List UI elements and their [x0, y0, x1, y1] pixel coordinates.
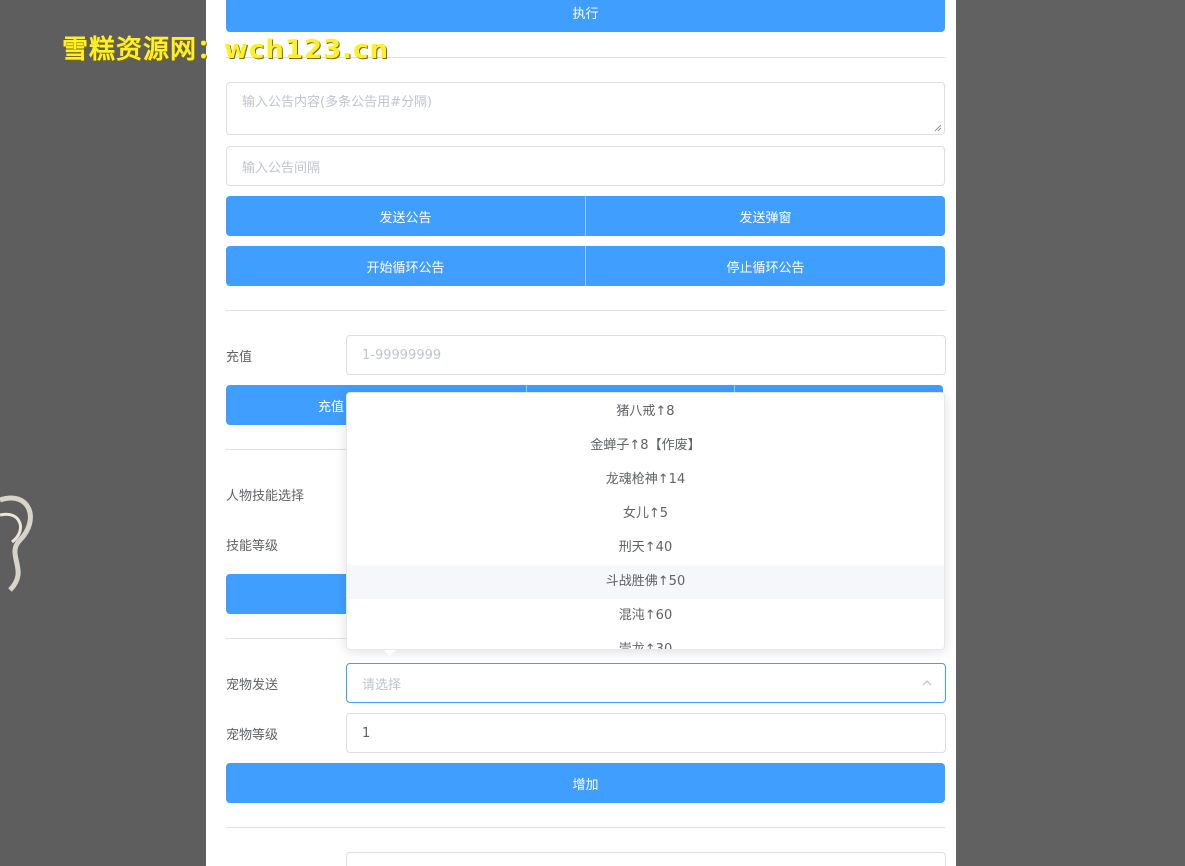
decorative-swirl-icon	[0, 495, 33, 592]
add-pet-button[interactable]: 增加	[226, 763, 945, 803]
execute-button[interactable]: 执行	[226, 0, 945, 32]
skill-level-label: 技能等级	[226, 538, 279, 554]
dropdown-option[interactable]: 崇龙↑30	[347, 633, 944, 649]
watermark-text: 雪糕资源网：wch123.cn	[62, 35, 390, 65]
announcement-content-textarea[interactable]: 输入公告内容(多条公告用#分隔)	[226, 82, 945, 135]
send-announcement-button[interactable]: 发送公告	[226, 196, 585, 236]
dropdown-option-list: 猪八戒↑8 金蝉子↑8【作废】 龙魂枪神↑14 女儿↑5 刑天↑40 斗战胜佛↑…	[347, 393, 944, 649]
dropdown-option[interactable]: 龙魂枪神↑14	[347, 463, 944, 497]
divider	[226, 310, 945, 311]
loop-button-group: 开始循环公告 停止循环公告	[226, 246, 945, 286]
announcement-interval-placeholder: 输入公告间隔	[242, 160, 321, 176]
announcement-interval-input[interactable]: 输入公告间隔	[226, 146, 945, 186]
divider	[226, 827, 945, 828]
pet-level-value: 1	[362, 725, 371, 741]
stop-loop-announcement-button[interactable]: 停止循环公告	[585, 246, 945, 286]
page-backdrop-left	[0, 0, 206, 866]
resize-grip-icon[interactable]	[934, 124, 942, 132]
pet-level-input[interactable]: 1	[346, 713, 946, 753]
recharge-label: 充值	[226, 349, 253, 365]
pet-send-label: 宠物发送	[226, 677, 279, 693]
recharge-amount-input[interactable]: 1-99999999	[346, 335, 946, 375]
announcement-content-placeholder: 输入公告内容(多条公告用#分隔)	[242, 95, 433, 110]
pet-level-label: 宠物等级	[226, 727, 279, 743]
dropdown-option-hovered[interactable]: 斗战胜佛↑50	[347, 565, 944, 599]
dropdown-option[interactable]: 混沌↑60	[347, 599, 944, 633]
dropdown-option[interactable]: 猪八戒↑8	[347, 395, 944, 429]
start-loop-announcement-button[interactable]: 开始循环公告	[226, 246, 585, 286]
dropdown-option[interactable]: 金蝉子↑8【作废】	[347, 429, 944, 463]
pet-select[interactable]: 请选择	[346, 663, 946, 703]
pet-select-placeholder: 请选择	[362, 677, 402, 693]
dropdown-option[interactable]: 刑天↑40	[347, 531, 944, 565]
send-popup-button[interactable]: 发送弹窗	[585, 196, 945, 236]
next-section-input[interactable]	[346, 852, 946, 866]
announcement-button-group: 发送公告 发送弹窗	[226, 196, 945, 236]
dropdown-caret	[384, 650, 396, 656]
dropdown-option[interactable]: 女儿↑5	[347, 497, 944, 531]
skill-select-label: 人物技能选择	[226, 488, 305, 504]
chevron-up-icon[interactable]	[921, 677, 933, 689]
recharge-amount-placeholder: 1-99999999	[362, 347, 442, 363]
pet-select-dropdown: 猪八戒↑8 金蝉子↑8【作废】 龙魂枪神↑14 女儿↑5 刑天↑40 斗战胜佛↑…	[346, 392, 945, 650]
